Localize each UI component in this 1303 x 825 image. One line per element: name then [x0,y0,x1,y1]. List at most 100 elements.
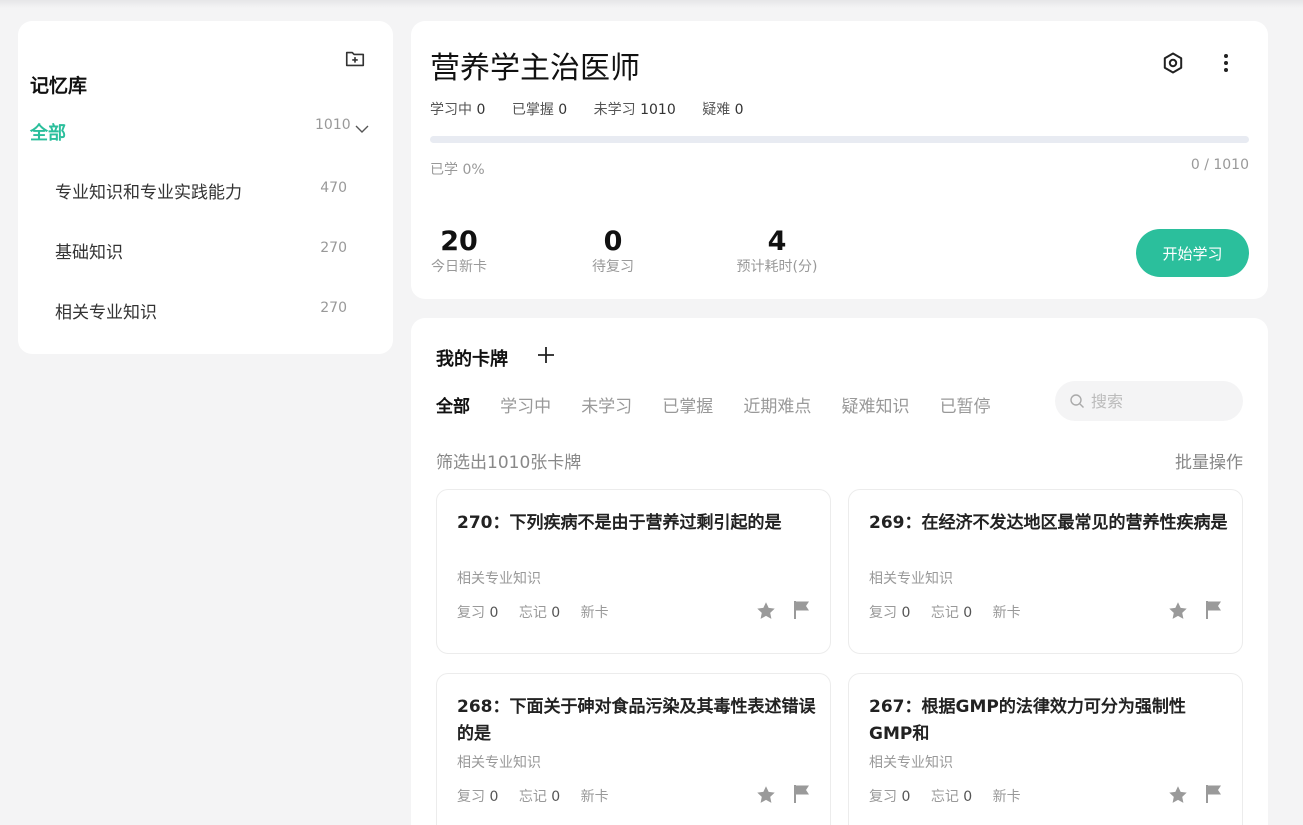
stat-value: 1010 [640,102,676,118]
tab-recent-difficult[interactable]: 近期难点 [743,392,811,417]
big-stat-label: 今日新卡 [431,259,487,275]
stat-label: 已掌握 [511,102,554,118]
card-category: 相关专业知识 [457,755,541,771]
flag-icon[interactable] [792,599,812,621]
card-category: 相关专业知识 [457,571,541,587]
memory-library-sidebar: 记忆库 全部 1010 专业知识和专业实践能力 470 基础知识 270 相关专… [18,21,393,354]
card-status: 新卡 [580,789,609,805]
tab-unlearned[interactable]: 未学习 [581,392,632,417]
sidebar-title: 记忆库 [30,75,88,97]
stat-label: 未学习 [593,102,636,118]
stat-label: 疑难 [702,102,731,118]
forget-label: 忘记 [518,789,547,805]
forget-label: 忘记 [930,789,959,805]
deck-title: 营养学主治医师 [430,51,640,86]
card-question: 267：根据GMP的法律效力可分为强制性GMP和 [869,697,1186,744]
card-status: 新卡 [992,605,1021,621]
card-status: 新卡 [992,789,1021,805]
sidebar-item-count: 470 [320,180,347,196]
forget-label: 忘记 [930,605,959,621]
flag-icon[interactable] [1204,783,1224,805]
cards-title: 我的卡牌 [436,349,508,370]
star-icon[interactable] [1167,600,1189,622]
forget-count: 0 [551,789,561,805]
review-label: 复习 [457,789,485,805]
top-shadow [0,0,1303,8]
stat-mastered: 已掌握 0 [512,102,567,118]
review-count: 0 [901,605,911,621]
review-count: 0 [489,789,499,805]
sidebar-item-label: 相关专业知识 [55,303,157,323]
add-card-icon[interactable] [535,344,557,366]
review-label: 复习 [869,605,897,621]
progress-percent-text: 已学 0% [430,162,485,178]
settings-icon[interactable] [1161,51,1185,75]
card-question: 269：在经济不发达地区最常见的营养性疾病是 [869,513,1228,533]
card-category: 相关专业知识 [869,571,953,587]
stat-estimated-time: 4 预计耗时(分) [732,226,822,276]
tab-difficult-knowledge[interactable]: 疑难知识 [841,392,909,417]
start-learning-button[interactable]: 开始学习 [1136,229,1249,277]
star-icon[interactable] [755,784,777,806]
more-vertical-icon[interactable] [1216,51,1236,75]
star-icon[interactable] [1167,784,1189,806]
big-stat-label: 预计耗时(分) [736,259,818,275]
big-stat-value: 0 [603,226,623,257]
stat-value: 0 [558,102,568,118]
stat-value: 0 [476,102,486,118]
bulk-actions-button[interactable]: 批量操作 [1175,448,1243,473]
tab-paused[interactable]: 已暂停 [940,392,991,417]
card-item[interactable]: 270：下列疾病不是由于营养过剩引起的是 相关专业知识 复习 0 忘记 0 新卡 [436,489,831,654]
forget-count: 0 [551,605,561,621]
forget-count: 0 [963,605,973,621]
sidebar-item-basic-knowledge[interactable]: 基础知识 270 [55,238,355,264]
flag-icon[interactable] [792,783,812,805]
stat-pending-review: 0 待复习 [568,226,658,276]
sidebar-item-count: 270 [320,300,347,316]
sidebar-item-label: 基础知识 [55,243,123,263]
review-count: 0 [489,605,499,621]
review-label: 复习 [457,605,485,621]
card-meta: 复习 0 忘记 0 新卡 [457,602,625,622]
sidebar-item-count: 1010 [315,117,351,133]
stat-unlearned: 未学习 1010 [594,102,676,118]
flag-icon[interactable] [1204,599,1224,621]
search-icon [1070,394,1084,408]
deck-stats: 学习中 0 已掌握 0 未学习 1010 疑难 0 [430,99,766,119]
stat-label: 学习中 [430,102,472,118]
progress-bar [430,136,1249,143]
card-item[interactable]: 268：下面关于砷对食品污染及其毒性表述错误的是 相关专业知识 复习 0 忘记 … [436,673,831,825]
stat-difficult: 疑难 0 [702,102,743,118]
sidebar-item-label: 专业知识和专业实践能力 [55,183,242,203]
card-meta: 复习 0 忘记 0 新卡 [869,786,1037,806]
card-meta: 复习 0 忘记 0 新卡 [457,786,625,806]
stat-learning: 学习中 0 [430,102,485,118]
chevron-down-icon[interactable] [354,121,370,137]
search-input[interactable] [1091,389,1231,413]
sidebar-item-all[interactable]: 全部 1010 [30,117,375,144]
tab-learning[interactable]: 学习中 [500,392,551,417]
forget-label: 忘记 [518,605,547,621]
big-stat-value: 20 [440,226,478,257]
tab-all[interactable]: 全部 [436,392,470,417]
card-question: 268：下面关于砷对食品污染及其毒性表述错误的是 [457,697,816,744]
folder-plus-icon[interactable] [344,48,366,70]
stat-value: 0 [734,102,744,118]
card-item[interactable]: 269：在经济不发达地区最常见的营养性疾病是 相关专业知识 复习 0 忘记 0 … [848,489,1243,654]
sidebar-item-label: 全部 [30,123,66,144]
filter-result-text: 筛选出1010张卡牌 [436,453,582,473]
review-count: 0 [901,789,911,805]
sidebar-item-professional-practice[interactable]: 专业知识和专业实践能力 470 [55,178,355,204]
review-label: 复习 [869,789,897,805]
tab-mastered[interactable]: 已掌握 [662,392,713,417]
my-cards-panel: 我的卡牌 全部 学习中 未学习 已掌握 近期难点 疑难知识 已暂停 筛选出101… [411,318,1268,825]
card-item[interactable]: 267：根据GMP的法律效力可分为强制性GMP和 相关专业知识 复习 0 忘记 … [848,673,1243,825]
sidebar-item-count: 270 [320,240,347,256]
deck-overview-panel: 营养学主治医师 学习中 0 已掌握 0 未学习 1010 疑难 0 已学 0% … [411,21,1268,299]
sidebar-item-related-knowledge[interactable]: 相关专业知识 270 [55,298,355,324]
big-stat-value: 4 [767,226,787,257]
progress-count-text: 0 / 1010 [1190,157,1249,173]
star-icon[interactable] [755,600,777,622]
forget-count: 0 [963,789,973,805]
card-status: 新卡 [580,605,609,621]
